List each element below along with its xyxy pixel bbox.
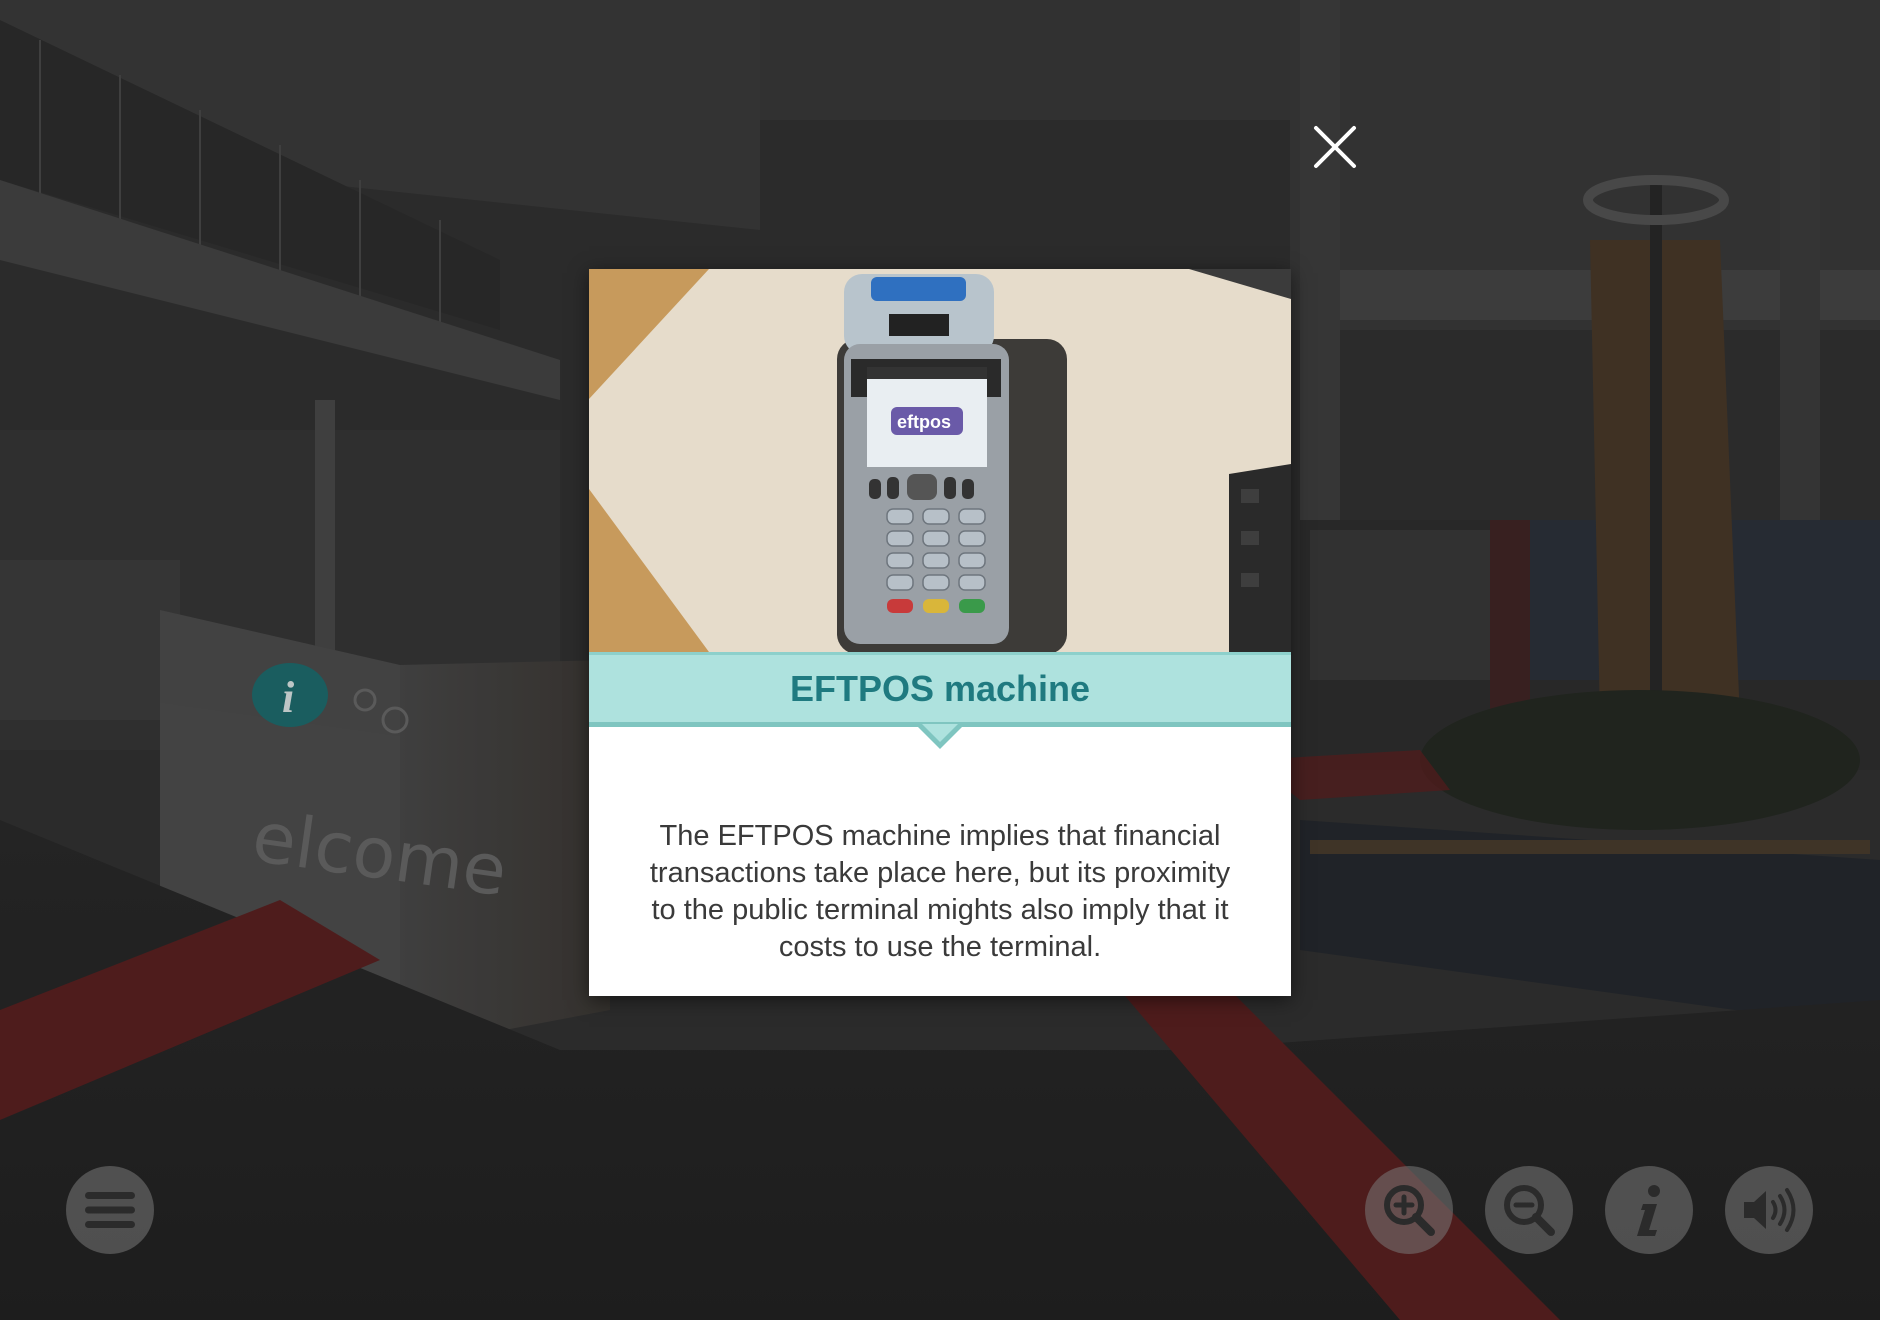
popup-description: The EFTPOS machine implies that financia… <box>649 820 1231 963</box>
title-pointer-inner <box>922 724 958 742</box>
sound-icon <box>1744 1188 1796 1232</box>
popup-title-bar: EFTPOS machine <box>589 652 1291 727</box>
sound-button[interactable] <box>1725 1166 1813 1254</box>
eftpos-photo: eftpos <box>589 269 1291 652</box>
menu-icon <box>85 1192 135 1228</box>
info-popup: eftpos EFTPOS machine The EFTPOS machine… <box>589 269 1291 996</box>
menu-button[interactable] <box>66 1166 154 1254</box>
info-icon <box>1637 1185 1660 1236</box>
info-button[interactable] <box>1605 1166 1693 1254</box>
zoom-out-icon <box>1504 1185 1555 1236</box>
virtual-tour-viewer[interactable]: elcome i eftpos EFTPOS machine The EFTPO… <box>0 0 1880 1320</box>
close-button[interactable] <box>1310 122 1360 172</box>
close-icon <box>1314 126 1356 168</box>
eftpos-screen-text: eftpos <box>897 412 951 432</box>
zoom-in-icon <box>1384 1185 1435 1236</box>
zoom-in-button[interactable] <box>1365 1166 1453 1254</box>
zoom-out-button[interactable] <box>1485 1166 1573 1254</box>
popup-title: EFTPOS machine <box>789 667 1091 709</box>
